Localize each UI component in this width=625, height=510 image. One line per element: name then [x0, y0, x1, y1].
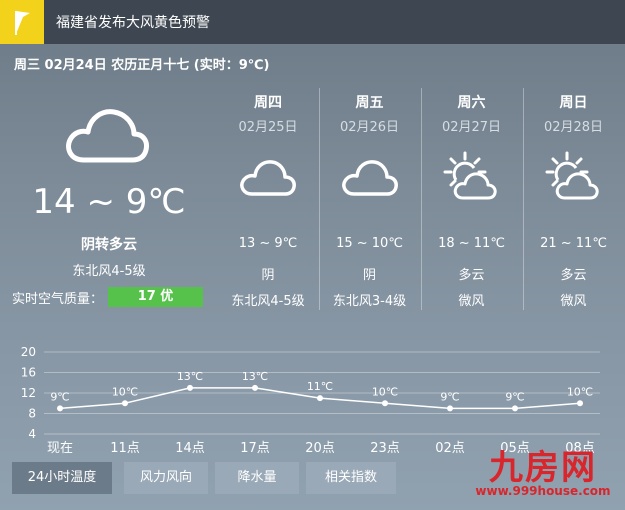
data-point	[577, 400, 583, 407]
x-tick-label: 现在	[47, 441, 73, 456]
forecast-day-label: 周五	[355, 95, 384, 111]
data-label: 10℃	[112, 385, 138, 398]
watermark-logo: 九房网 www.999house.com	[468, 440, 618, 504]
data-label: 9℃	[440, 390, 459, 403]
forecast-wind: 东北风4-5级	[231, 294, 305, 309]
data-label: 9℃	[50, 390, 69, 403]
watermark-url: www.999house.com	[475, 484, 611, 498]
today-panel: 14 ~ 9℃ 阴转多云 东北风4-5级 实时空气质量： 17 优	[0, 80, 218, 310]
data-point	[447, 405, 453, 412]
sun-cloud-icon	[543, 150, 605, 204]
forecast-day-2: 周五 02月26日 15 ~ 10℃ 阴 东北风3-4级	[319, 88, 419, 310]
data-point	[187, 384, 193, 391]
forecast-day-4: 周日 02月28日 21 ~ 11℃ 多云 微风	[523, 88, 623, 310]
today-wind: 东北风4-5级	[72, 264, 146, 279]
data-point	[122, 400, 128, 407]
data-point	[252, 384, 258, 391]
aqi-badge[interactable]: 17 优	[108, 287, 203, 307]
x-tick-label: 20点	[305, 441, 335, 456]
watermark-text: 九房网	[489, 448, 597, 488]
forecast-temperature: 18 ~ 11℃	[438, 236, 505, 251]
data-label: 10℃	[567, 385, 593, 398]
data-label: 13℃	[177, 370, 203, 383]
y-tick-label: 4	[28, 427, 36, 441]
forecast-temperature: 21 ~ 11℃	[540, 236, 607, 251]
sun-cloud-icon	[441, 150, 503, 204]
forecast-condition: 多云	[458, 268, 485, 283]
tab-indices[interactable]: 相关指数	[306, 462, 396, 494]
x-tick-label: 17点	[240, 441, 270, 456]
forecast-day-3: 周六 02月27日 18 ~ 11℃ 多云 微风	[421, 88, 521, 310]
forecast-wind: 微风	[560, 294, 587, 309]
forecast-condition: 阴	[362, 268, 376, 283]
forecast-condition: 阴	[261, 268, 275, 283]
x-tick-label: 14点	[175, 441, 205, 456]
forecast-wind: 东北风3-4级	[332, 294, 407, 309]
date-line: 周三 02月24日 农历正月十七 (实时：9℃)	[14, 58, 270, 73]
data-label: 9℃	[505, 390, 524, 403]
x-tick-label: 11点	[110, 441, 140, 456]
y-tick-label: 12	[21, 386, 36, 400]
data-point	[512, 405, 518, 412]
today-temperature: 14 ~ 9℃	[32, 182, 186, 222]
weather-widget: 福建省发布大风黄色预警 周三 02月24日 农历正月十七 (实时：9℃) 14 …	[0, 0, 625, 510]
y-tick-label: 20	[21, 345, 36, 359]
tab-wind[interactable]: 风力风向	[124, 462, 208, 494]
forecast-date: 02月25日	[238, 120, 298, 135]
forecast-date: 02月27日	[441, 120, 502, 135]
flag-icon	[0, 0, 44, 44]
y-tick-label: 16	[21, 366, 36, 380]
data-point	[317, 395, 323, 402]
data-point	[57, 405, 63, 412]
today-condition: 阴转多云	[81, 237, 137, 253]
cloud-icon	[62, 100, 150, 168]
alert-bar[interactable]: 福建省发布大风黄色预警	[0, 0, 625, 44]
data-point	[382, 400, 388, 407]
tab-precipitation[interactable]: 降水量	[215, 462, 299, 494]
forecast-condition: 多云	[560, 268, 587, 283]
forecast-temperature: 15 ~ 10℃	[336, 236, 403, 251]
y-tick-label: 8	[28, 407, 36, 421]
forecast-wind: 微风	[458, 294, 485, 309]
alert-text: 福建省发布大风黄色预警	[56, 15, 210, 31]
forecast-day-label: 周日	[559, 95, 588, 111]
tab-24h-temperature[interactable]: 24小时温度	[12, 462, 112, 494]
forecast-day-label: 周四	[254, 95, 282, 111]
forecast-date: 02月28日	[543, 120, 604, 135]
x-tick-label: 02点	[435, 441, 465, 456]
forecast-day-label: 周六	[457, 95, 486, 111]
x-tick-label: 23点	[370, 441, 400, 456]
forecast-date: 02月26日	[339, 120, 400, 135]
data-label: 11℃	[307, 380, 333, 393]
data-label: 10℃	[372, 385, 398, 398]
cloud-icon	[237, 150, 299, 204]
forecast-temperature: 13 ~ 9℃	[238, 236, 298, 251]
data-label: 13℃	[242, 370, 268, 383]
aqi-label: 实时空气质量：	[12, 292, 104, 307]
forecast-day-1: 周四 02月25日 13 ~ 9℃ 阴 东北风4-5级	[218, 88, 318, 310]
cloud-icon	[339, 150, 401, 204]
